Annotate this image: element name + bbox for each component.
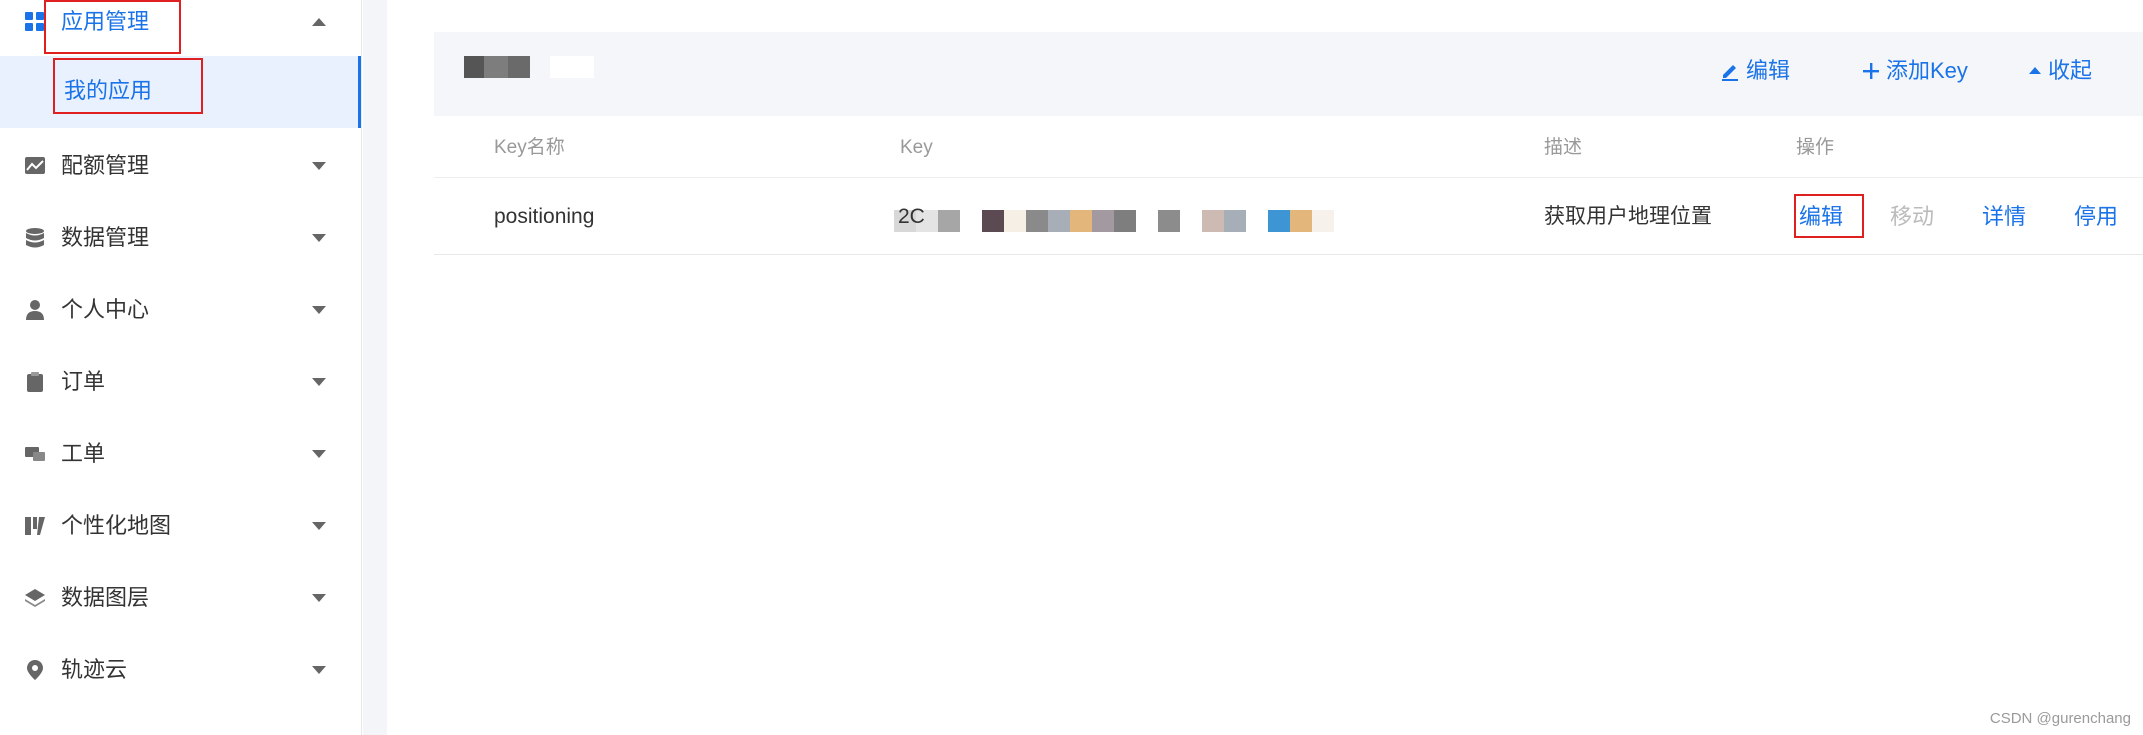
key-name-cell: positioning [494,205,595,228]
sidebar-item-track-cloud[interactable]: 轨迹云 [0,634,362,706]
sidebar-item-label: 数据管理 [61,225,150,250]
layers-icon [24,587,46,609]
sidebar-item-label: 个人中心 [61,297,150,322]
row-disable-link[interactable]: 停用 [2074,206,2118,228]
chevron-down-icon [312,594,326,602]
sidebar-item-profile[interactable]: 个人中心 [0,274,362,346]
edit-app-label: 编辑 [1746,58,1791,83]
sidebar-item-app-management[interactable]: 应用管理 [0,0,362,58]
sidebar-item-label: 数据图层 [61,585,150,610]
row-move-link[interactable]: 移动 [1890,206,1934,228]
content-gutter [363,0,387,735]
pencil-icon [1720,61,1740,81]
key-table-header: Key名称 Key 描述 操作 [434,116,2143,178]
sidebar: 应用管理 我的应用 配额管理 数据管理 个人中心 订单 工单 个性化地图 数据图… [0,0,362,735]
row-details-link[interactable]: 详情 [1982,206,2026,228]
sidebar-subitem-my-apps[interactable]: 我的应用 [0,56,361,128]
description-cell: 获取用户地理位置 [1544,205,1712,228]
ticket-icon [24,443,46,465]
map-style-icon [24,515,46,537]
sidebar-item-label: 轨迹云 [61,657,128,682]
collapse-button[interactable]: 收起 [2028,60,2092,82]
sidebar-item-orders[interactable]: 订单 [0,346,362,418]
sidebar-item-data[interactable]: 数据管理 [0,202,362,274]
sidebar-item-custom-map[interactable]: 个性化地图 [0,490,362,562]
location-icon [24,659,46,681]
sidebar-item-label: 订单 [61,369,106,394]
add-key-button[interactable]: 添加Key [1862,60,1968,82]
app-name-masked [464,56,594,78]
sidebar-item-label: 应用管理 [61,9,150,34]
watermark: CSDN @gurenchang [1989,710,2131,727]
sidebar-item-data-layers[interactable]: 数据图层 [0,562,362,634]
chevron-down-icon [312,234,326,242]
chevron-down-icon [312,522,326,530]
sidebar-item-quota[interactable]: 配额管理 [0,130,362,202]
key-value-masked [894,210,1334,232]
edit-app-button[interactable]: 编辑 [1720,60,1790,82]
table-row: positioning 2C 获取用户地理位置 编辑 移动 详情 停用 [434,178,2143,255]
sidebar-subitem-label: 我的应用 [64,78,153,103]
collapse-label: 收起 [2048,58,2093,83]
plus-icon [1862,62,1880,80]
database-icon [24,227,46,249]
app-card-header: 编辑 添加Key 收起 [434,32,2143,116]
column-header-key-name: Key名称 [494,137,565,158]
chevron-down-icon [312,450,326,458]
clipboard-icon [24,371,46,393]
column-header-actions: 操作 [1796,137,1835,158]
chart-icon [24,155,46,177]
sidebar-item-label: 工单 [61,441,106,466]
column-header-description: 描述 [1544,137,1583,158]
chevron-up-icon [312,18,326,26]
column-header-key: Key [900,137,933,158]
caret-up-icon [2028,64,2042,78]
chevron-down-icon [312,378,326,386]
chevron-down-icon [312,162,326,170]
sidebar-item-label: 配额管理 [61,153,150,178]
key-value-prefix: 2C [898,205,925,228]
sidebar-item-tickets[interactable]: 工单 [0,418,362,490]
row-edit-link[interactable]: 编辑 [1799,206,1843,228]
chevron-down-icon [312,306,326,314]
add-key-label: 添加Key [1886,58,1968,83]
grid-icon [24,11,46,33]
chevron-down-icon [312,666,326,674]
sidebar-item-label: 个性化地图 [61,513,172,538]
user-icon [24,299,46,321]
